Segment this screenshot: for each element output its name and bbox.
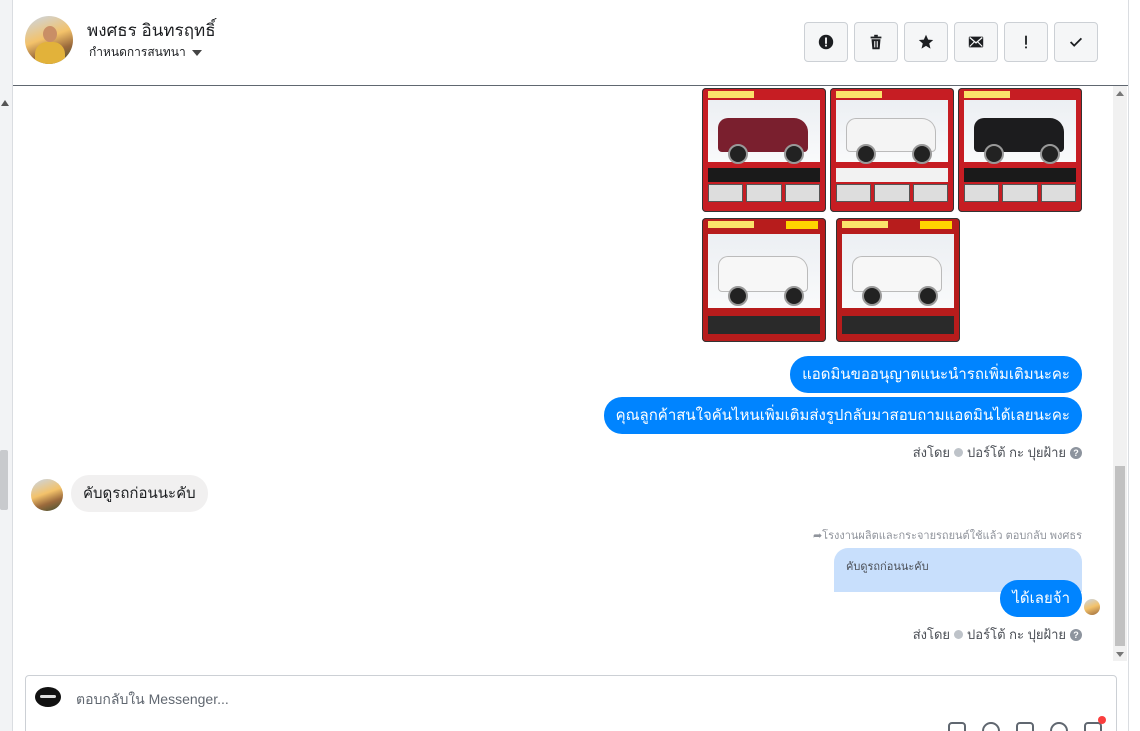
reply-note-text: โรงงานผลิตและกระจายรถยนต์ใช้แล้ว ตอบกลับ… bbox=[822, 530, 1082, 542]
conversation-actions bbox=[804, 22, 1098, 62]
photo-banner bbox=[842, 221, 888, 228]
incoming-message[interactable]: คับดูรถก่อนนะคับ bbox=[71, 475, 208, 512]
help-icon[interactable]: ? bbox=[1070, 628, 1082, 641]
contact-avatar[interactable] bbox=[25, 16, 73, 64]
sent-by-label: ส่งโดย bbox=[912, 627, 951, 642]
scroll-up-icon[interactable] bbox=[1116, 91, 1124, 96]
page-logo-avatar bbox=[35, 687, 61, 707]
photo-thumbs bbox=[836, 184, 948, 202]
messenger-inbox-window: พงศธร อินทรฤทธิ์ กำหนดการสนทนา แอดมินขออ… bbox=[0, 0, 1140, 731]
contact-name[interactable]: พงศธร อินทรฤทธิ์ bbox=[87, 17, 216, 44]
report-spam-button[interactable] bbox=[804, 22, 848, 62]
check-icon bbox=[1069, 37, 1083, 47]
composer-tools bbox=[948, 716, 1106, 731]
caret-down-icon bbox=[191, 49, 202, 56]
trash-icon bbox=[870, 34, 882, 50]
follow-up-button[interactable] bbox=[1004, 22, 1048, 62]
spec-band bbox=[708, 168, 820, 182]
conversation-schedule-label: กำหนดการสนทนา bbox=[89, 45, 186, 59]
avatar-body bbox=[35, 42, 65, 64]
sender-name[interactable]: ปอร์โต้ กะ ปุยฝ้าย bbox=[967, 442, 1066, 463]
truck-wheel bbox=[728, 286, 748, 306]
left-pane-edge bbox=[0, 0, 13, 731]
sent-by-label: ส่งโดย bbox=[912, 445, 951, 460]
thumbs-up-icon[interactable] bbox=[1084, 716, 1106, 731]
reply-composer bbox=[25, 675, 1117, 731]
avatar-face bbox=[43, 26, 57, 42]
truck-wheel bbox=[784, 144, 804, 164]
photo-banner bbox=[964, 91, 1010, 98]
envelope-icon bbox=[968, 36, 984, 48]
truck-wheel bbox=[984, 144, 1004, 164]
truck-wheel bbox=[918, 286, 938, 306]
photo-thumbs bbox=[708, 184, 820, 202]
pane-divider bbox=[1128, 0, 1129, 731]
outgoing-message[interactable]: แอดมินขออนุญาตแนะนำรถเพิ่มเติมนะคะ bbox=[790, 356, 1082, 393]
truck-wheel bbox=[728, 144, 748, 164]
help-icon[interactable]: ? bbox=[1070, 446, 1082, 459]
delete-button[interactable] bbox=[854, 22, 898, 62]
scrollbar-thumb[interactable] bbox=[1115, 466, 1125, 646]
mark-done-button[interactable] bbox=[1054, 22, 1098, 62]
spec-band bbox=[836, 168, 948, 182]
truck-wheel bbox=[912, 144, 932, 164]
mark-unread-button[interactable] bbox=[954, 22, 998, 62]
sender-name[interactable]: ปอร์โต้ กะ ปุยฝ้าย bbox=[967, 624, 1066, 645]
report-spam-icon bbox=[818, 34, 834, 50]
reply-note: ➦โรงงานผลิตและกระจายรถยนต์ใช้แล้ว ตอบกลั… bbox=[813, 526, 1082, 544]
scroll-down-icon[interactable] bbox=[1116, 652, 1124, 657]
truck-wheel bbox=[784, 286, 804, 306]
message-thread[interactable]: แอดมินขออนุญาตแนะนำรถเพิ่มเติมนะคะ คุณลู… bbox=[13, 86, 1113, 661]
spec-band bbox=[842, 316, 954, 334]
conversation-header: พงศธร อินทรฤทธิ์ กำหนดการสนทนา bbox=[13, 0, 1128, 86]
attach-photo-icon[interactable] bbox=[948, 722, 966, 731]
price-badge bbox=[786, 221, 818, 229]
conversation-schedule-dropdown[interactable]: กำหนดการสนทนา bbox=[89, 43, 202, 62]
reply-input[interactable] bbox=[74, 687, 778, 711]
exclamation-icon bbox=[1025, 35, 1027, 49]
car-photo-3[interactable] bbox=[958, 88, 1082, 212]
reply-arrow-icon: ➦ bbox=[812, 530, 823, 542]
car-photo-5[interactable] bbox=[836, 218, 960, 342]
paperclip-icon[interactable] bbox=[982, 722, 1000, 731]
photo-banner bbox=[708, 221, 754, 228]
scroll-up-arrow-icon[interactable] bbox=[1, 100, 9, 106]
seen-avatar bbox=[1084, 599, 1100, 615]
car-photo-4[interactable] bbox=[702, 218, 826, 342]
thread-scrollbar[interactable] bbox=[1113, 86, 1127, 661]
price-badge bbox=[920, 221, 952, 229]
contact-avatar-small[interactable] bbox=[31, 479, 63, 511]
truck-wheel bbox=[856, 144, 876, 164]
sent-by-info: ส่งโดย ปอร์โต้ กะ ปุยฝ้าย ? bbox=[913, 624, 1082, 645]
outgoing-message[interactable]: ได้เลยจ้า bbox=[1000, 580, 1082, 617]
sender-dot-icon bbox=[954, 448, 964, 457]
saved-replies-icon[interactable] bbox=[1016, 722, 1034, 731]
left-scrollbar-thumb[interactable] bbox=[0, 450, 8, 510]
car-photo-2[interactable] bbox=[830, 88, 954, 212]
sent-by-info: ส่งโดย ปอร์โต้ กะ ปุยฝ้าย ? bbox=[913, 442, 1082, 463]
truck-wheel bbox=[862, 286, 882, 306]
car-photo-1[interactable] bbox=[702, 88, 826, 212]
sender-dot-icon bbox=[954, 630, 964, 639]
emoji-icon[interactable] bbox=[1050, 722, 1068, 731]
star-button[interactable] bbox=[904, 22, 948, 62]
photo-thumbs bbox=[964, 184, 1076, 202]
spec-band bbox=[708, 316, 820, 334]
spec-band bbox=[964, 168, 1076, 182]
outgoing-message[interactable]: คุณลูกค้าสนใจคันไหนเพิ่มเติมส่งรูปกลับมา… bbox=[603, 397, 1082, 434]
photo-banner bbox=[708, 91, 754, 98]
truck-wheel bbox=[1040, 144, 1060, 164]
star-icon bbox=[918, 34, 934, 49]
photo-banner bbox=[836, 91, 882, 98]
